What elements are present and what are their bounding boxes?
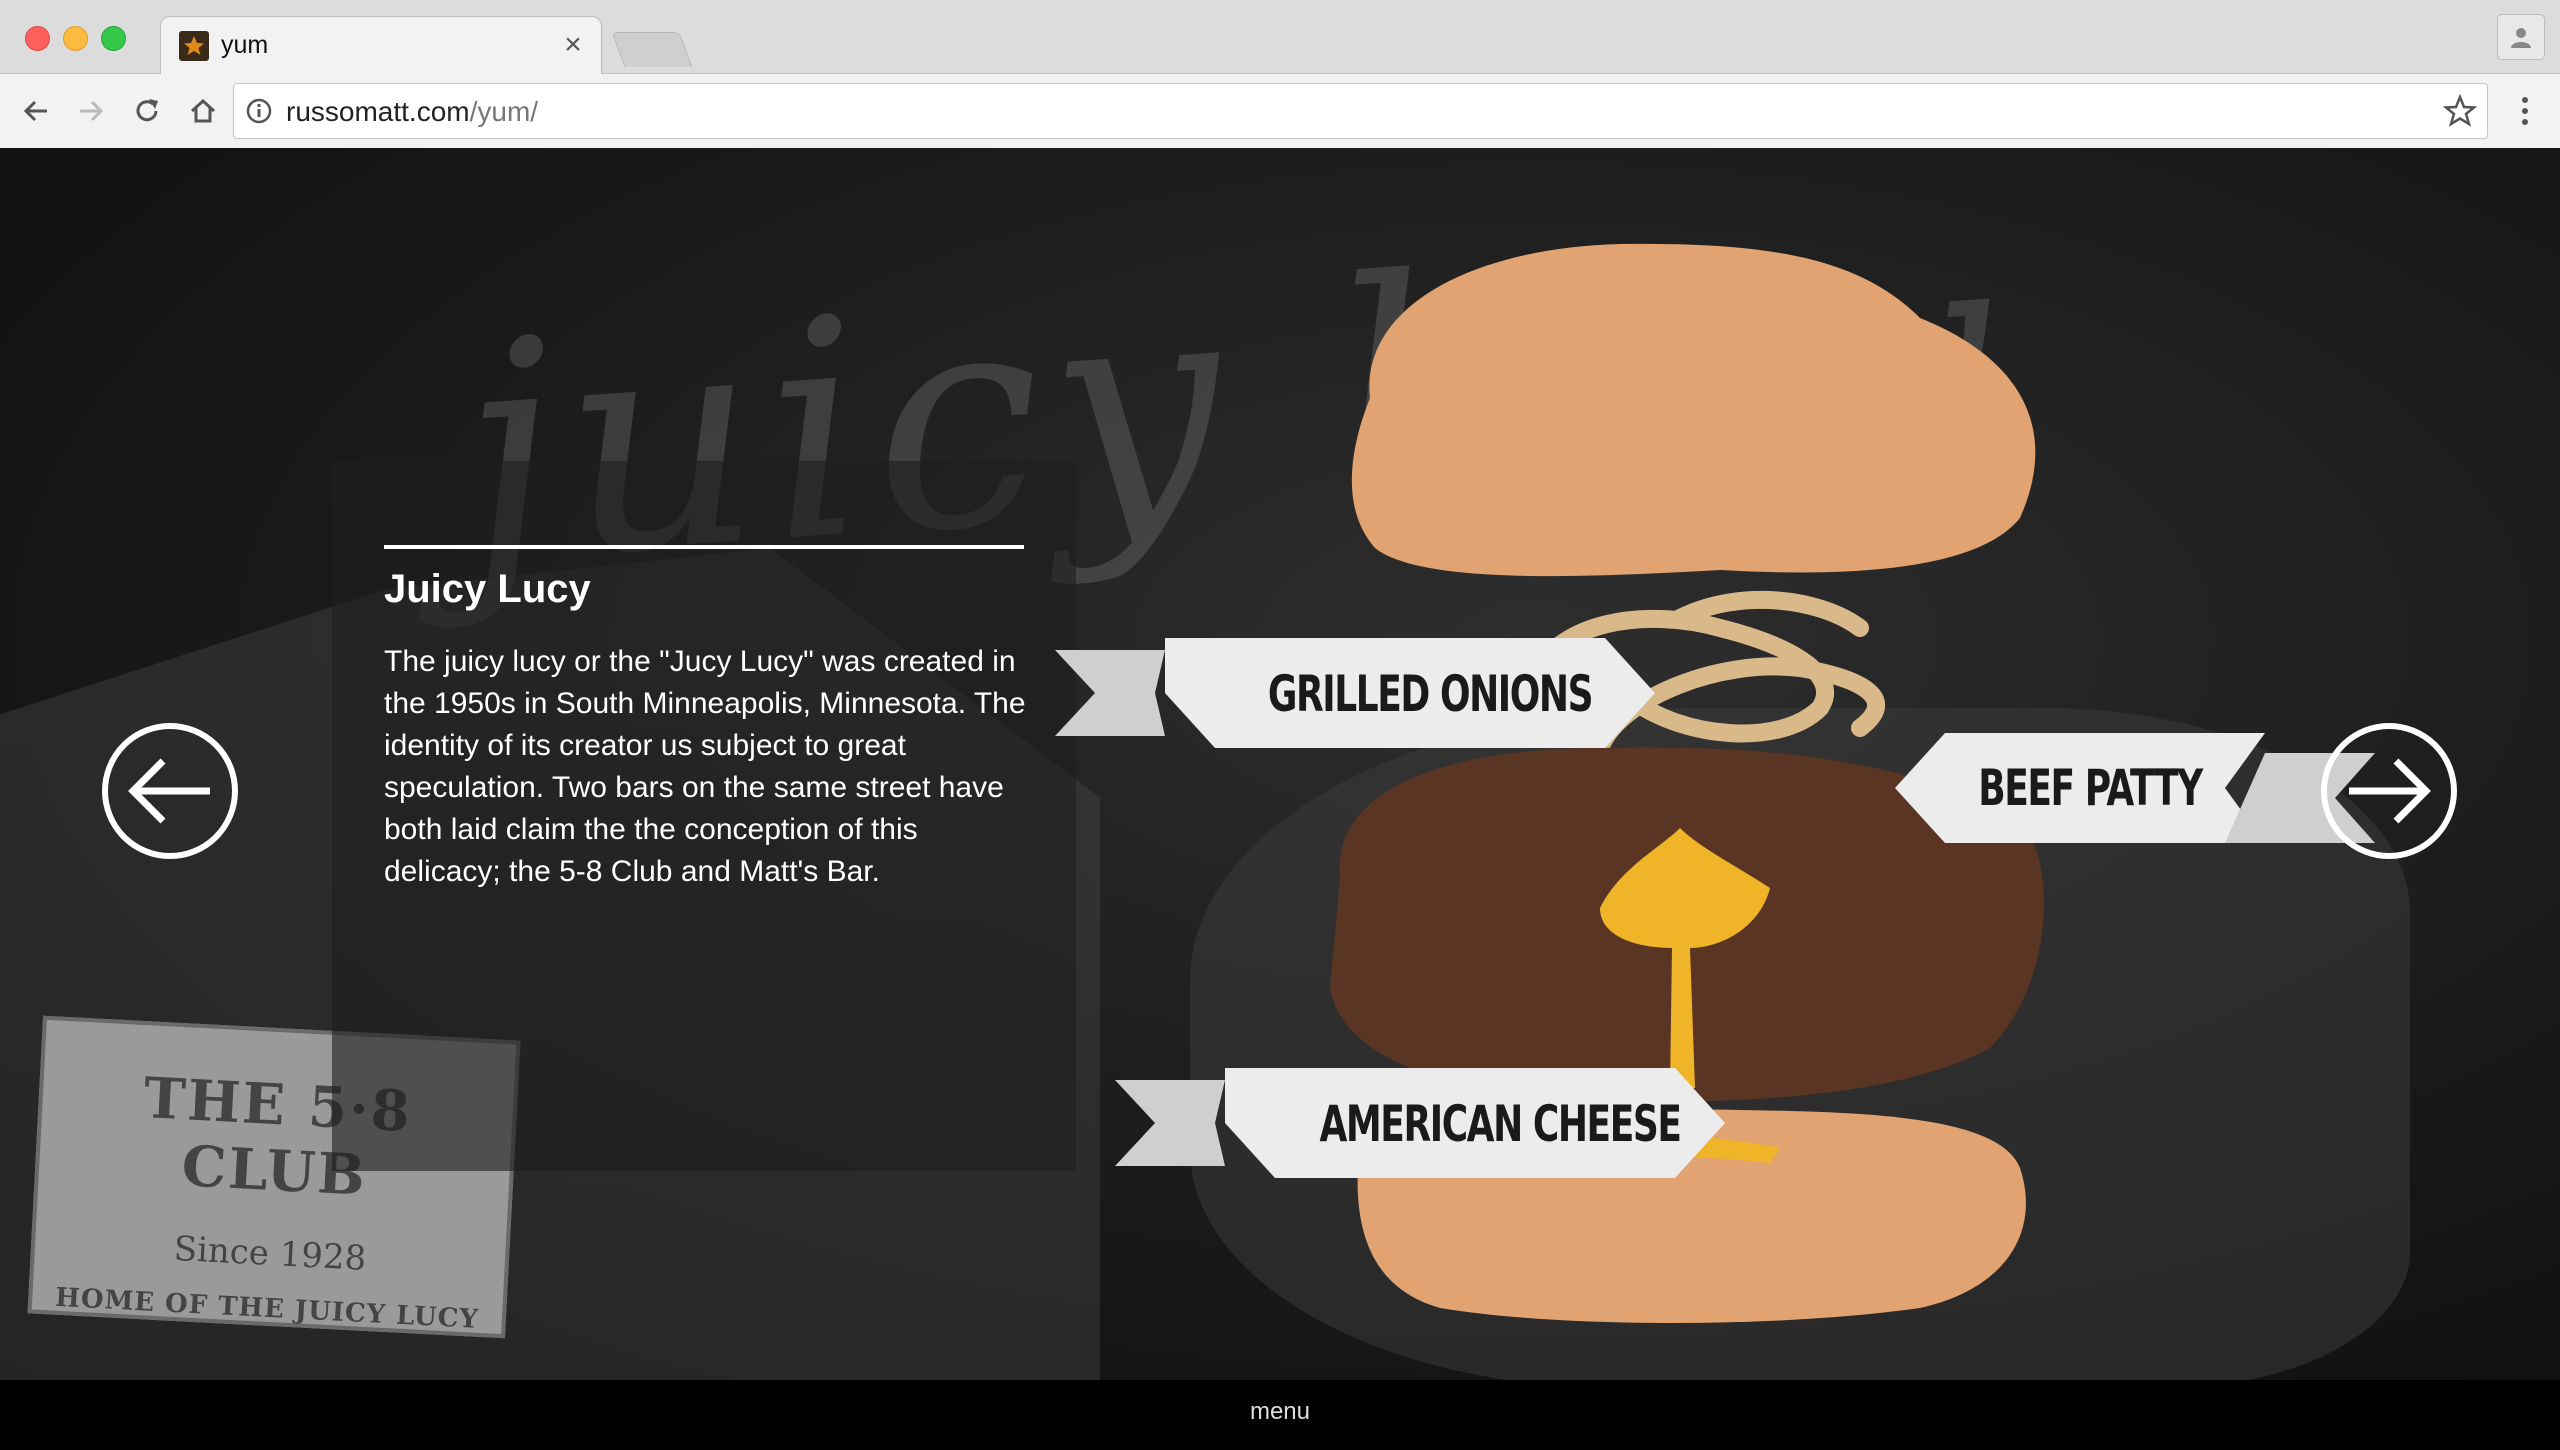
close-window-button[interactable] [25,26,50,51]
page-content: juicy lucy THE 5·8 CLUB Since 1928 HOME … [0,148,2560,1380]
reload-icon [136,99,158,122]
top-bun [1351,243,2036,577]
arrow-left-icon [128,758,210,824]
menu-link[interactable]: menu [1240,1398,1320,1426]
info-icon[interactable] [246,98,272,124]
back-arrow-icon [23,100,47,122]
american-cheese-label[interactable]: AMERICAN CHEESE [1255,1082,1745,1166]
info-description: The juicy lucy or the "Jucy Lucy" was cr… [384,645,1026,888]
tab-title: yum [221,31,269,59]
browser-menu-button[interactable] [2505,90,2545,132]
url-text: russomatt.com/yum/ [286,96,539,127]
home-button[interactable] [182,90,224,132]
back-button[interactable] [15,90,57,132]
tab-close-icon[interactable]: × [555,27,591,63]
info-title: Juicy Lucy [384,567,591,611]
browser-toolbar: russomatt.com/yum/ [0,74,2560,149]
browser-tab-strip: yum × [0,0,2560,75]
zoom-window-button[interactable] [101,26,126,51]
more-vert-icon [2522,97,2528,125]
forward-arrow-icon [80,100,104,122]
info-divider [384,545,1024,549]
grilled-onions-label[interactable]: GRILLED ONIONS [1214,652,1646,736]
new-tab-button[interactable] [611,32,693,67]
beef-patty-label[interactable]: BEEF PATTY [1953,746,2227,830]
home-icon [190,98,216,123]
address-bar[interactable]: russomatt.com/yum/ [233,83,2488,139]
minimize-window-button[interactable] [63,26,88,51]
person-icon [2511,28,2531,48]
profile-button[interactable] [2497,14,2545,60]
next-button[interactable] [2321,723,2457,859]
previous-button[interactable] [102,723,238,859]
active-tab[interactable]: yum × [160,16,602,75]
info-panel: Juicy Lucy The juicy lucy or the "Jucy L… [332,461,1076,1171]
reload-button[interactable] [126,90,168,132]
bottom-menu-bar: menu [0,1380,2560,1450]
arrow-right-icon [2349,758,2431,824]
forward-button[interactable] [70,90,112,132]
star-favicon-icon [179,31,209,61]
bookmark-star-icon[interactable] [2443,94,2477,128]
